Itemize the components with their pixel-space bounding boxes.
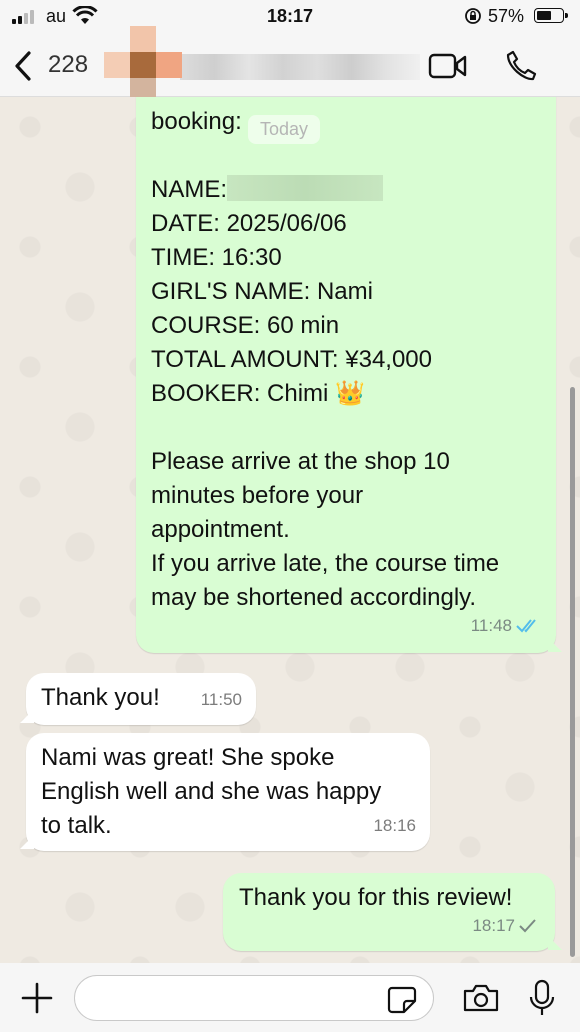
back-chevron-icon[interactable] — [12, 50, 34, 82]
name-label: NAME: — [151, 176, 228, 203]
notice-line: If you arrive late, the course time — [151, 550, 500, 577]
message-line: Nami was great! She spoke — [41, 744, 335, 771]
name-line: NAME: — [151, 173, 540, 207]
rotation-lock-icon — [465, 8, 481, 24]
message-meta: 11:48 — [471, 609, 542, 643]
battery-percent: 57% — [488, 6, 525, 26]
date-chip: Today — [248, 115, 321, 144]
message-meta: 18:16 — [373, 809, 416, 843]
message-line: to talk. — [41, 812, 112, 839]
message-time: 11:50 — [200, 690, 242, 709]
single-check-icon — [519, 919, 536, 933]
message-meta: 11:50 — [201, 683, 242, 717]
message-line: English well and she was happy — [41, 778, 382, 805]
redacted-avatar[interactable] — [104, 26, 182, 104]
message-meta: 18:17 — [472, 909, 537, 943]
video-call-icon[interactable] — [428, 52, 468, 80]
message-time: 18:17 — [472, 916, 515, 935]
date-line: DATE: 2025/06/06 — [151, 210, 347, 237]
incoming-message[interactable]: Thank you! 11:50 — [26, 673, 256, 725]
incoming-message[interactable]: Nami was great! She spoke English well a… — [26, 733, 430, 851]
mic-icon[interactable] — [528, 979, 556, 1017]
chat-area[interactable]: booking: NAME: DATE: 2025/06/06 TIME: 16… — [0, 97, 580, 963]
message-input[interactable] — [74, 975, 434, 1021]
phone-icon[interactable] — [504, 49, 538, 83]
outgoing-message[interactable]: Thank you for this review! 18:17 — [223, 873, 555, 951]
message-time: 11:48 — [470, 616, 512, 635]
notice-line: appointment. — [151, 516, 290, 543]
notice-line: minutes before your — [151, 482, 364, 509]
status-bar: au 18:17 57% — [0, 0, 580, 34]
booker-line: BOOKER: Chimi 👑 — [151, 380, 365, 407]
total-amount-line: TOTAL AMOUNT: ¥34,000 — [151, 346, 433, 373]
plus-icon[interactable] — [20, 981, 54, 1015]
double-check-icon — [516, 619, 536, 633]
booking-message[interactable]: booking: NAME: DATE: 2025/06/06 TIME: 16… — [136, 97, 556, 653]
battery-icon — [534, 8, 568, 23]
camera-icon[interactable] — [462, 983, 500, 1013]
girl-name-line: GIRL'S NAME: Nami — [151, 278, 373, 305]
chat-header: 228 — [0, 26, 580, 104]
notice-line: Please arrive at the shop 10 — [151, 448, 450, 475]
message-input-bar — [0, 963, 580, 1032]
redacted-name — [227, 175, 384, 201]
message-time: 18:16 — [373, 816, 416, 835]
message-text: Thank you! — [41, 684, 160, 711]
sticker-icon[interactable] — [386, 985, 418, 1015]
redacted-contact-name — [180, 54, 420, 80]
contact-name[interactable]: 228 — [48, 51, 88, 79]
message-line: booking: — [151, 108, 242, 135]
course-line: COURSE: 60 min — [151, 312, 340, 339]
message-text: Thank you for this review! — [239, 884, 513, 911]
bubble-tail — [548, 936, 562, 950]
time-line: TIME: 16:30 — [151, 244, 282, 271]
scrollbar[interactable] — [570, 387, 575, 957]
